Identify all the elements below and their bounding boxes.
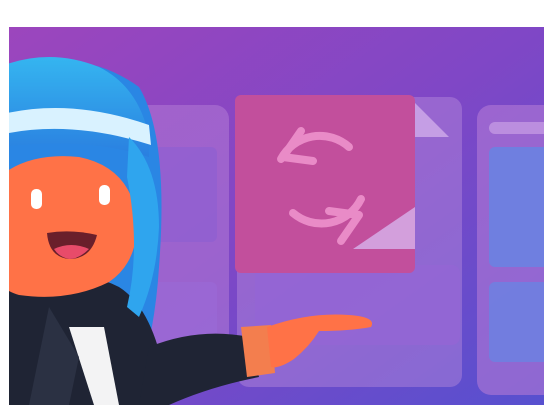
illustration-svg (9, 27, 544, 405)
sync-card (235, 95, 415, 273)
page (0, 0, 544, 407)
hero-illustration (9, 27, 544, 405)
left-eye (31, 189, 42, 209)
phone-icon (477, 105, 544, 395)
right-eye (99, 185, 110, 205)
